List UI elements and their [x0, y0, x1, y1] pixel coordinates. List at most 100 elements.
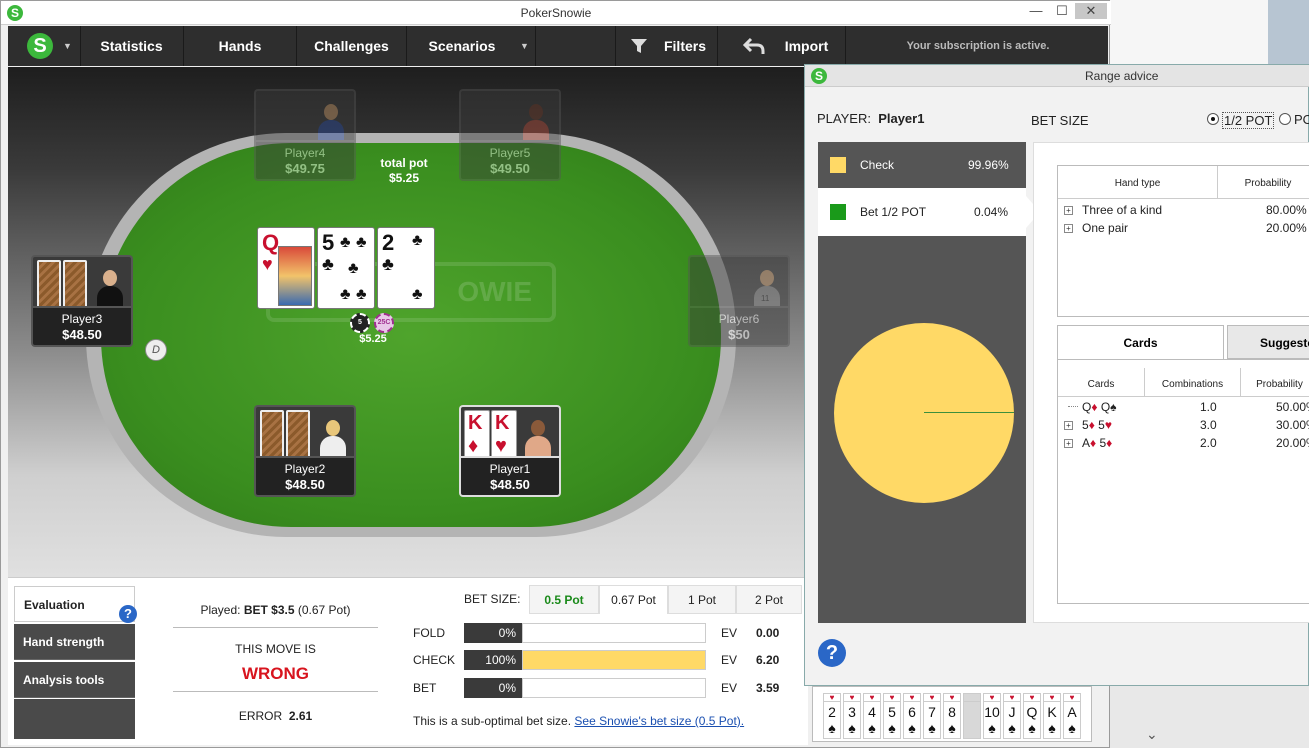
- player-name: Player4: [284, 146, 326, 160]
- tab-analysis-tools[interactable]: Analysis tools: [14, 662, 135, 698]
- mini-card-heart: ♥: [924, 694, 940, 702]
- mini-card[interactable]: ♥ A ♠: [1063, 693, 1081, 739]
- hand-type-table: Hand type Probability + Three of a kind …: [1057, 165, 1309, 317]
- mini-card[interactable]: ♥ J ♠: [1003, 693, 1021, 739]
- expand-icon[interactable]: +: [1064, 224, 1073, 233]
- tab-cards[interactable]: Cards: [1057, 325, 1224, 359]
- chip: 25C: [374, 313, 394, 333]
- column-header-probability[interactable]: Probability: [1241, 379, 1309, 390]
- menu-statistics[interactable]: Statistics: [80, 26, 184, 66]
- player-stack: $48.50: [490, 477, 530, 492]
- column-header-probability[interactable]: Probability: [1218, 178, 1309, 189]
- mini-card[interactable]: ♥ 3 ♠: [843, 693, 861, 739]
- minimize-button[interactable]: —: [1023, 3, 1049, 19]
- combo-probability: 20.00%: [1276, 436, 1309, 450]
- close-button[interactable]: ✕: [1075, 3, 1107, 19]
- check-swatch: [830, 157, 846, 173]
- mini-card-rank: 5: [888, 704, 896, 720]
- mini-card-rank: J: [1008, 704, 1016, 720]
- filters-button[interactable]: Filters: [653, 26, 718, 66]
- mini-card[interactable]: ♥ 2 ♠: [823, 693, 841, 739]
- seat-avatar-area: [254, 89, 356, 142]
- bet-tab-1-pot[interactable]: 1 Pot: [668, 585, 736, 614]
- mini-card[interactable]: ♥ K ♠: [1043, 693, 1061, 739]
- check-bar: [522, 650, 706, 670]
- bet-tab-0-5-pot[interactable]: 0.5 Pot: [529, 585, 599, 614]
- card-back: [37, 260, 61, 308]
- mini-card-suit: ♠: [828, 720, 836, 736]
- mini-card[interactable]: ♥ 10 ♠: [983, 693, 1001, 739]
- import-button[interactable]: Import: [768, 26, 846, 66]
- bet-tab-0-67-pot[interactable]: 0.67 Pot: [599, 585, 668, 614]
- action-label-fold: FOLD: [413, 626, 446, 640]
- mini-card-rank: 3: [848, 704, 856, 720]
- mini-card-heart: ♥: [1024, 694, 1040, 702]
- help-icon[interactable]: ?: [119, 605, 137, 623]
- mini-card-rank: A: [1067, 704, 1077, 720]
- filter-icon[interactable]: [630, 38, 648, 54]
- action-row-bet-half-pot[interactable]: Bet 1/2 POT 0.04%: [818, 188, 1026, 236]
- chip: 5: [350, 313, 370, 333]
- chevron-down-icon[interactable]: ▼: [520, 41, 529, 51]
- seat-player3[interactable]: Player3 $48.50: [31, 255, 133, 347]
- chevron-down-icon[interactable]: ▼: [63, 41, 72, 51]
- player-name: Player2: [284, 462, 326, 476]
- radio-pot-label[interactable]: PO: [1294, 112, 1309, 127]
- player-label: PLAYER: Player1: [817, 111, 925, 126]
- menu-hands[interactable]: Hands: [184, 26, 297, 66]
- title-bar: S PokerSnowie — ☐ ✕: [1, 1, 1111, 25]
- tab-hand-strength[interactable]: Hand strength: [14, 624, 135, 660]
- seat-info: Player3 $48.50: [31, 306, 133, 347]
- seat-player4[interactable]: Player4 $49.75: [254, 89, 356, 181]
- expand-icon[interactable]: +: [1064, 421, 1073, 430]
- mini-card-suit: ♠: [908, 720, 916, 736]
- seat-player2[interactable]: Player2 $48.50: [254, 405, 356, 497]
- combo-combinations: 3.0: [1200, 418, 1217, 432]
- tab-evaluation[interactable]: Evaluation ?: [14, 586, 137, 623]
- column-header-hand-type[interactable]: Hand type: [1058, 178, 1217, 189]
- mini-card[interactable]: ♥ 7 ♠: [923, 693, 941, 739]
- column-header-cards[interactable]: Cards: [1058, 379, 1144, 390]
- maximize-button[interactable]: ☐: [1049, 3, 1075, 19]
- mini-card-heart: ♥: [824, 694, 840, 702]
- menu-challenges[interactable]: Challenges: [297, 26, 407, 66]
- seat-player6[interactable]: 11 Player6 $50: [688, 255, 790, 347]
- player-avatar: [318, 416, 348, 458]
- mini-card[interactable]: ♥ 4 ♠: [863, 693, 881, 739]
- mini-card-heart: ♥: [1064, 694, 1080, 702]
- range-advice-window: S Range advice PLAYER: Player1 BET SIZE …: [804, 64, 1309, 686]
- seat-avatar-area: [31, 255, 133, 308]
- scroll-down-icon[interactable]: ⌄: [1146, 726, 1158, 743]
- mini-card[interactable]: ♥ 6 ♠: [903, 693, 921, 739]
- mini-card[interactable]: ♥ 8 ♠: [943, 693, 961, 739]
- expand-icon[interactable]: +: [1064, 206, 1073, 215]
- radio-pot[interactable]: [1279, 113, 1291, 125]
- move-verdict-label: THIS MOVE IS: [235, 642, 316, 656]
- column-header-combinations[interactable]: Combinations: [1145, 379, 1240, 390]
- action-row-check[interactable]: Check 99.96%: [818, 142, 1026, 188]
- seat-player5[interactable]: Player5 $49.50: [459, 89, 561, 181]
- mini-card[interactable]: [963, 693, 981, 739]
- mini-card[interactable]: ♥ Q ♠: [1023, 693, 1041, 739]
- seat-player1[interactable]: K ♦ K ♥ Player1 $48.50: [459, 405, 561, 497]
- range-pie-chart: [834, 323, 1014, 503]
- radio-half-pot[interactable]: [1207, 113, 1219, 125]
- import-arrow-icon[interactable]: [742, 37, 765, 55]
- seat-avatar-area: K ♦ K ♥: [459, 405, 561, 458]
- bet-tab-2-pot[interactable]: 2 Pot: [736, 585, 802, 614]
- mini-card-suit: ♠: [1028, 720, 1036, 736]
- player-stack: $49.50: [490, 161, 530, 176]
- played-summary: Played: BET $3.5 (0.67 Pot): [200, 603, 351, 617]
- radio-half-pot-label[interactable]: 1/2 POT: [1222, 112, 1275, 129]
- combo-cards: 5♦ 5♥: [1082, 418, 1112, 432]
- snowie-bet-size-link[interactable]: See Snowie's bet size (0.5 Pot).: [574, 714, 744, 728]
- divider: [173, 627, 378, 628]
- player-avatar: [523, 416, 553, 458]
- app-menu-logo[interactable]: S: [27, 33, 53, 59]
- mini-card[interactable]: ♥ 5 ♠: [883, 693, 901, 739]
- tab-suggested[interactable]: Suggeste: [1227, 325, 1309, 359]
- expand-icon[interactable]: +: [1064, 439, 1073, 448]
- help-icon[interactable]: ?: [818, 639, 846, 667]
- menu-scenarios[interactable]: Scenarios: [407, 26, 517, 66]
- total-pot-label: total pot: [380, 156, 428, 170]
